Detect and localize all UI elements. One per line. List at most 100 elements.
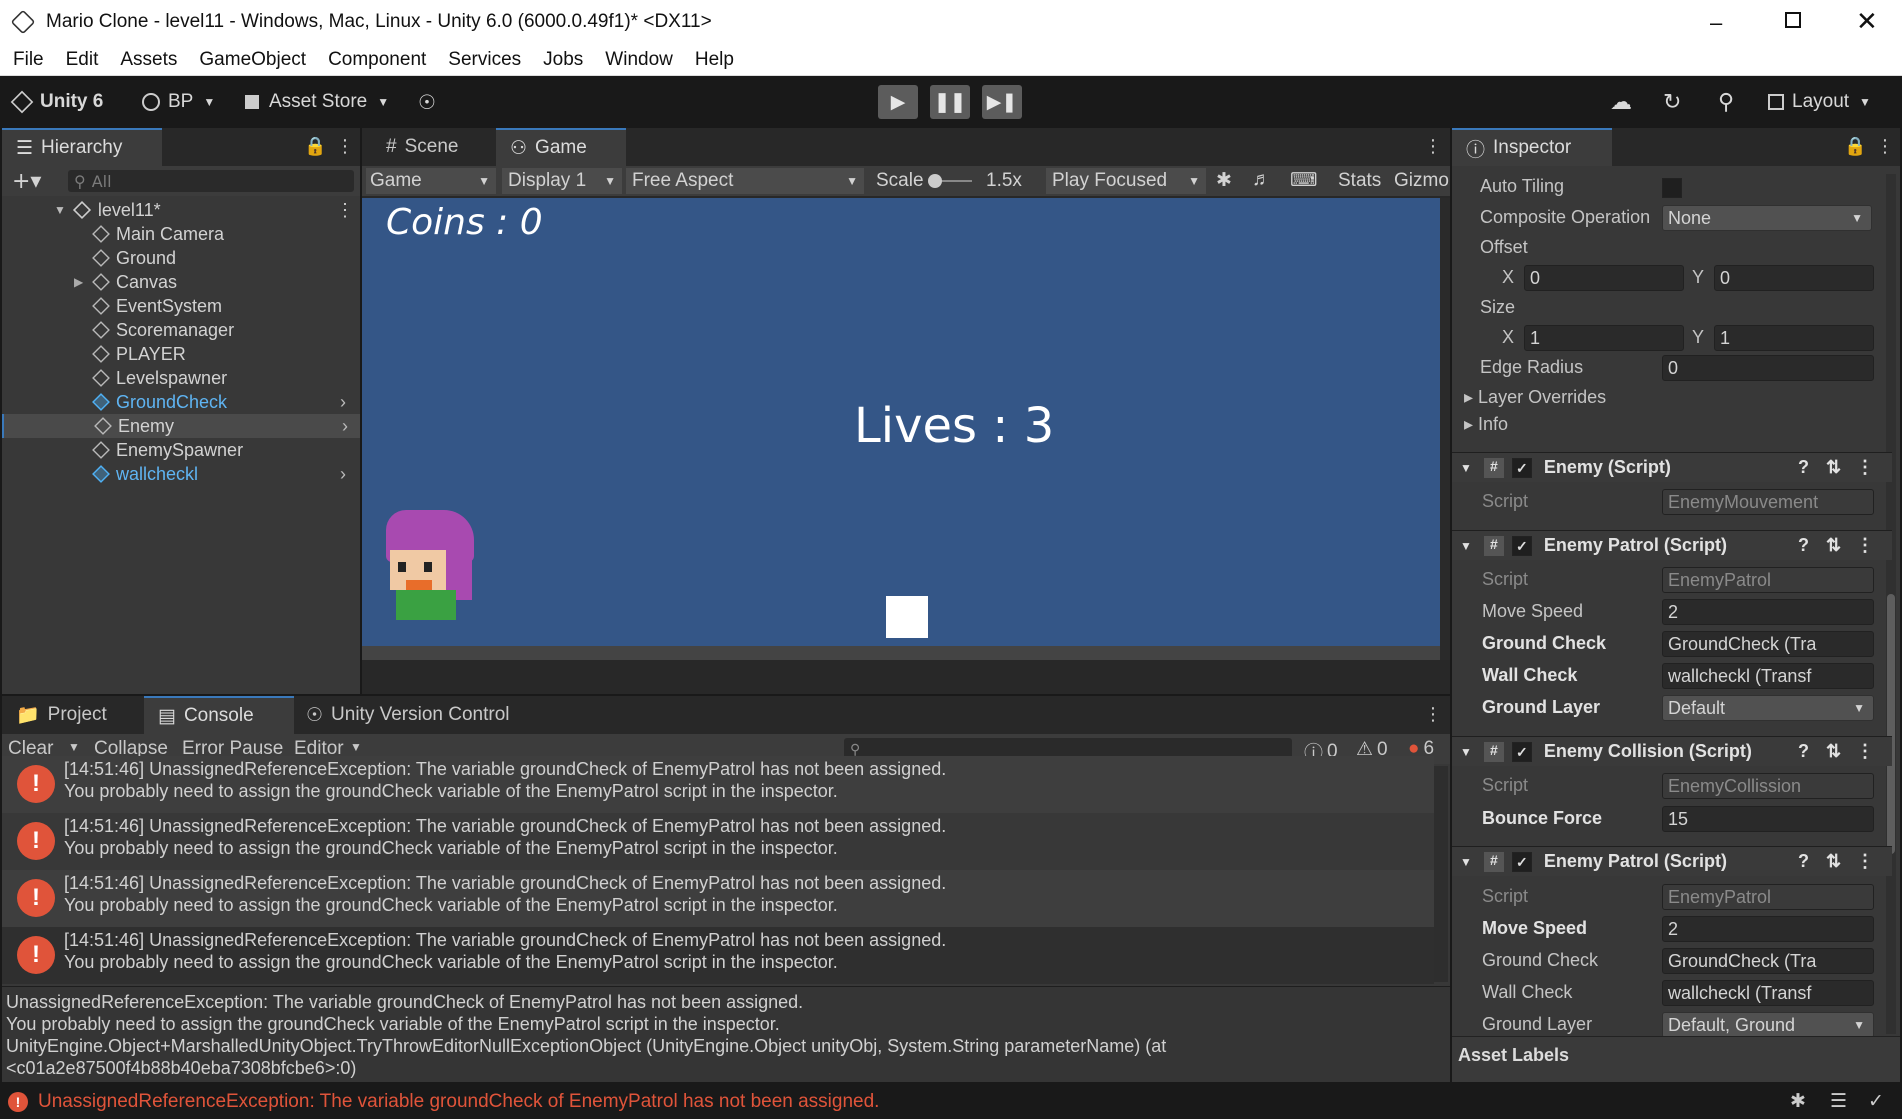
foldout-arrow-icon[interactable]: ▶ (74, 275, 92, 289)
kebab-menu-icon[interactable]: ⋮ (1856, 457, 1874, 478)
kebab-menu-icon[interactable]: ⋮ (1856, 851, 1874, 872)
lock-icon[interactable]: 🔒 (1844, 136, 1866, 157)
offset-x-field[interactable]: 0 (1524, 265, 1684, 291)
help-icon[interactable]: ? (1798, 851, 1809, 872)
component-enabled-checkbox[interactable]: ✓ (1511, 457, 1532, 478)
step-button[interactable]: ▶❚ (982, 85, 1022, 119)
bounce-force-field[interactable]: 15 (1662, 806, 1874, 832)
status-message[interactable]: UnassignedReferenceException: The variab… (38, 1091, 879, 1113)
preset-icon[interactable]: ⇅ (1826, 535, 1841, 556)
layout-dropdown[interactable]: Layout ▼ (1768, 85, 1892, 119)
kebab-menu-icon[interactable]: ⋮ (336, 200, 354, 221)
console-log-entry[interactable]: ! [14:51:46] UnassignedReferenceException… (2, 927, 1434, 984)
view-mode-dropdown[interactable]: Game ▼ (366, 168, 496, 194)
pause-button[interactable]: ❚❚ (930, 85, 970, 119)
tab-project[interactable]: 📁 Project (2, 696, 142, 734)
scene-root[interactable]: ▼ level11* ⋮ (2, 198, 360, 222)
layer-overrides-foldout[interactable]: ▸ Layer Overrides (1464, 387, 1606, 408)
menu-component[interactable]: Component (328, 49, 426, 71)
cloud-icon[interactable]: ☁ (1610, 85, 1632, 119)
kebab-menu-icon[interactable]: ⋮ (1424, 136, 1442, 157)
component-enemy-patrol-2-header[interactable]: ▼ # ✓ Enemy Patrol (Script) ? ⇅ ⋮ (1452, 846, 1892, 876)
aspect-dropdown[interactable]: Free Aspect ▼ (626, 168, 864, 194)
ground-check-field[interactable]: GroundCheck (Tra (1662, 948, 1874, 974)
component-enabled-checkbox[interactable]: ✓ (1511, 851, 1532, 872)
hierarchy-item[interactable]: ▶ Canvas (2, 270, 360, 294)
search-icon[interactable]: ⚲ (1718, 85, 1734, 119)
component-enemy-collision-header[interactable]: ▼ # ✓ Enemy Collision (Script) ? ⇅ ⋮ (1452, 736, 1892, 766)
script-field[interactable]: EnemyMouvement (1662, 489, 1874, 515)
menu-gameobject[interactable]: GameObject (199, 49, 306, 71)
help-icon[interactable]: ? (1798, 741, 1809, 762)
menu-edit[interactable]: Edit (66, 49, 99, 71)
preset-icon[interactable]: ⇅ (1826, 741, 1841, 762)
stats-button[interactable]: Stats (1338, 170, 1381, 192)
history-icon[interactable]: ↻ (1663, 85, 1681, 119)
game-scrollbar[interactable] (1440, 198, 1450, 660)
script-field[interactable]: EnemyPatrol (1662, 567, 1874, 593)
hierarchy-item[interactable]: Scoremanager (2, 318, 360, 342)
offset-y-field[interactable]: 0 (1714, 265, 1874, 291)
wall-check-field[interactable]: wallcheckl (Transf (1662, 980, 1874, 1006)
auto-tiling-checkbox[interactable] (1662, 178, 1682, 198)
script-field[interactable]: EnemyCollission (1662, 773, 1874, 799)
add-object-button[interactable]: +▾ (12, 169, 41, 194)
lock-icon[interactable]: 🔒 (304, 136, 326, 157)
scale-slider[interactable] (928, 174, 972, 188)
account-dropdown[interactable]: BP ▼ (142, 85, 222, 119)
info-foldout[interactable]: ▸ Info (1464, 414, 1508, 435)
close-window-button[interactable]: ✕ (1856, 6, 1878, 37)
keyboard-icon[interactable]: ⌨ (1290, 169, 1317, 192)
tab-inspector[interactable]: ⓘ Inspector (1452, 128, 1612, 166)
chevron-down-icon[interactable]: ▼ (68, 740, 80, 754)
gizmos-button[interactable]: Gizmo (1394, 170, 1449, 192)
tab-unity-version-control[interactable]: ☉ Unity Version Control (302, 696, 542, 734)
version-control-icon[interactable]: ☉ (418, 85, 448, 119)
unity-home-button[interactable]: Unity 6 (10, 85, 112, 119)
menu-file[interactable]: File (13, 49, 44, 71)
component-enabled-checkbox[interactable]: ✓ (1511, 535, 1532, 556)
inspector-scrollbar[interactable] (1886, 174, 1896, 1034)
menu-jobs[interactable]: Jobs (543, 49, 583, 71)
hierarchy-item[interactable]: Levelspawner (2, 366, 360, 390)
component-enabled-checkbox[interactable]: ✓ (1511, 741, 1532, 762)
console-log-entry[interactable]: ! [14:51:46] UnassignedReferenceException… (2, 813, 1434, 870)
asset-store-dropdown[interactable]: Asset Store ▼ (245, 85, 395, 119)
preset-icon[interactable]: ⇅ (1826, 457, 1841, 478)
debug-icon[interactable]: ✱ (1790, 1090, 1806, 1113)
script-field[interactable]: EnemyPatrol (1662, 884, 1874, 910)
kebab-menu-icon[interactable]: ⋮ (336, 136, 354, 157)
chevron-right-icon[interactable]: › (342, 416, 348, 437)
menu-help[interactable]: Help (695, 49, 734, 71)
console-log-entry[interactable]: ! [14:51:46] UnassignedReferenceException… (2, 756, 1434, 813)
edge-radius-field[interactable]: 0 (1662, 355, 1874, 381)
move-speed-field[interactable]: 2 (1662, 599, 1874, 625)
preset-icon[interactable]: ⇅ (1826, 851, 1841, 872)
menu-assets[interactable]: Assets (120, 49, 177, 71)
composite-operation-dropdown[interactable]: None ▼ (1662, 205, 1872, 231)
hierarchy-item[interactable]: GroundCheck › (2, 390, 360, 414)
status-check-icon[interactable]: ✓ (1868, 1090, 1884, 1113)
move-speed-field[interactable]: 2 (1662, 916, 1874, 942)
tab-hierarchy[interactable]: ☰ Hierarchy (2, 128, 162, 166)
tab-scene[interactable]: # Scene (372, 128, 492, 166)
menu-services[interactable]: Services (448, 49, 521, 71)
ground-layer-dropdown[interactable]: Default ▼ (1662, 695, 1874, 721)
help-icon[interactable]: ? (1798, 535, 1809, 556)
cache-icon[interactable]: ☰ (1830, 1090, 1847, 1113)
bug-icon[interactable]: ✱ (1216, 169, 1232, 192)
tab-console[interactable]: ▤ Console (144, 696, 294, 734)
hierarchy-item[interactable]: EnemySpawner (2, 438, 360, 462)
play-button[interactable]: ▶ (878, 85, 918, 119)
size-y-field[interactable]: 1 (1714, 325, 1874, 351)
display-dropdown[interactable]: Display 1 ▼ (502, 168, 622, 194)
kebab-menu-icon[interactable]: ⋮ (1876, 136, 1894, 157)
chevron-right-icon[interactable]: › (340, 392, 346, 413)
component-enemy-patrol-header[interactable]: ▼ # ✓ Enemy Patrol (Script) ? ⇅ ⋮ (1452, 530, 1892, 560)
hierarchy-item[interactable]: Enemy › (2, 414, 360, 438)
play-mode-dropdown[interactable]: Play Focused ▼ (1046, 168, 1206, 194)
kebab-menu-icon[interactable]: ⋮ (1856, 535, 1874, 556)
console-list-scrollbar[interactable] (1434, 766, 1448, 982)
game-viewport[interactable]: Coins : 0 Lives : 3 (362, 198, 1440, 660)
tab-game[interactable]: ⚇ Game (496, 128, 626, 166)
